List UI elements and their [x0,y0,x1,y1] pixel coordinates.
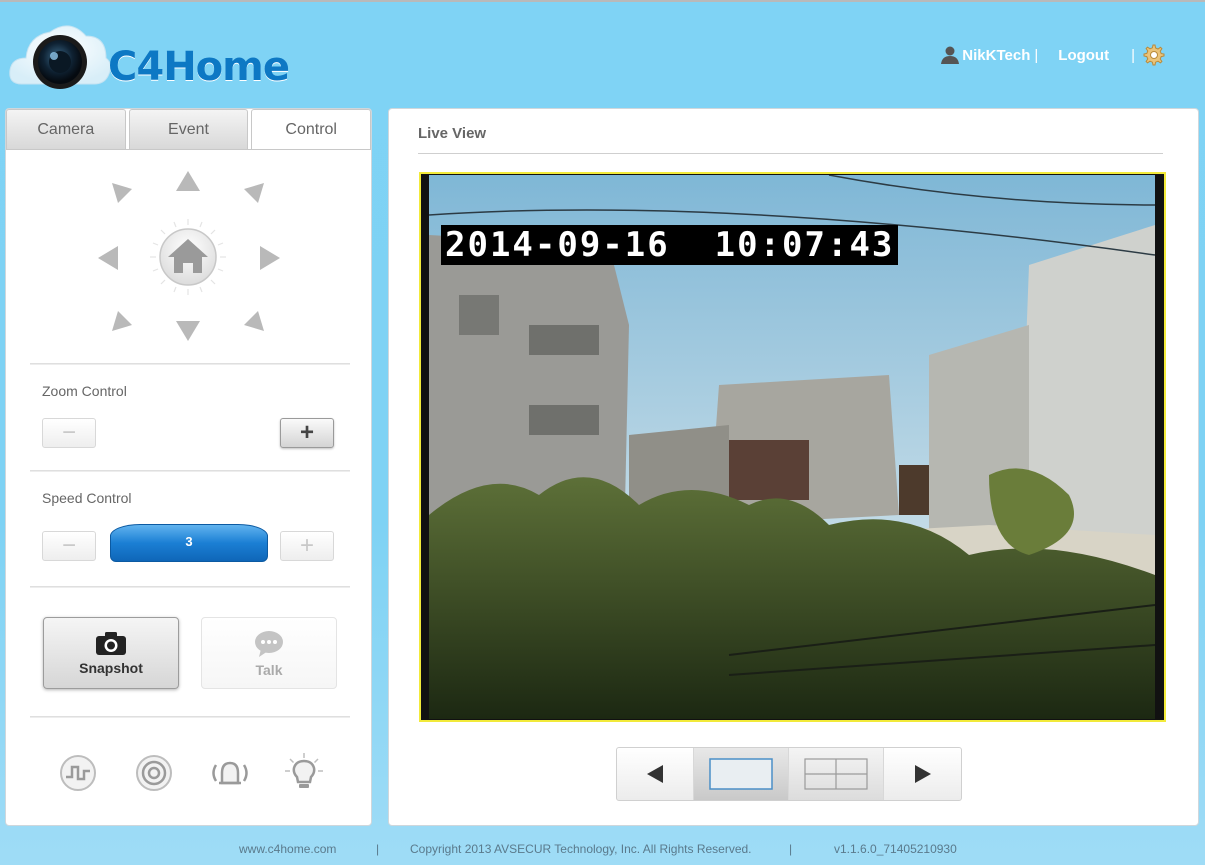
prev-camera-button[interactable] [617,748,694,800]
next-camera-button[interactable] [884,748,961,800]
next-triangle-icon [914,765,931,783]
light-bulb-icon[interactable] [284,753,324,793]
camera-feed[interactable]: 2014-09-16 10:07:43 [429,175,1155,719]
camera-icon [96,632,126,655]
talk-button[interactable]: Talk [201,617,337,689]
prev-triangle-icon [646,765,663,783]
section-divider [30,716,350,718]
single-view-icon [709,758,773,790]
footer-site-link[interactable]: www.c4home.com [239,842,336,856]
speed-down-button[interactable]: − [42,531,96,561]
speech-bubble-icon [255,631,283,657]
separator: | [1131,46,1135,64]
timestamp-overlay: 2014-09-16 10:07:43 [441,225,899,265]
zoom-control-label: Zoom Control [42,383,127,399]
arrow-right-icon[interactable] [258,244,282,272]
arrow-left-icon[interactable] [96,244,120,272]
footer-separator: | [789,842,793,856]
quad-view-icon [804,758,868,790]
footer-version: v1.1.6.0_71405210930 [834,842,957,856]
speed-level-bar[interactable]: 3 [110,524,268,562]
ptz-pad [88,167,288,347]
logo[interactable]: C4Home [8,14,290,94]
title-underline [418,153,1163,154]
section-divider [30,586,350,588]
speed-up-button[interactable]: + [280,531,334,561]
arrow-down-right-icon[interactable] [240,307,268,335]
tab-event[interactable]: Event [128,109,249,149]
alarm-bell-icon[interactable] [208,753,252,793]
live-view-title: Live View [418,125,487,142]
top-border [0,0,1205,2]
section-divider [30,363,350,365]
snapshot-button[interactable]: Snapshot [43,617,179,689]
separator: | [1034,46,1039,64]
zoom-out-button[interactable]: − [42,418,96,448]
panel-tabs: Camera Event Control [6,109,372,149]
home-icon[interactable] [150,219,226,295]
user-bar: NikKTech | Logout | [940,44,1165,66]
logo-text: C4Home [108,44,290,90]
camera-cloud-icon [9,25,112,89]
gear-icon[interactable] [1143,44,1165,66]
quad-view-button[interactable] [789,748,885,800]
video-frame[interactable]: 2014-09-16 10:07:43 [419,172,1166,722]
talk-label: Talk [255,662,283,678]
arrow-up-left-icon[interactable] [108,179,136,207]
io-pulse-icon[interactable] [58,753,98,793]
arrow-down-icon[interactable] [174,319,202,343]
tab-divider [6,149,371,150]
zoom-in-button[interactable]: + [280,418,334,448]
single-view-button[interactable] [693,748,790,800]
snapshot-label: Snapshot [79,660,143,676]
tab-control[interactable]: Control [251,109,372,149]
feature-icons [58,753,328,793]
section-divider [30,470,350,472]
user-icon [941,46,960,64]
target-icon[interactable] [134,753,174,793]
view-controls [616,747,962,801]
arrow-up-right-icon[interactable] [240,179,268,207]
arrow-up-icon[interactable] [174,169,202,193]
username[interactable]: NikKTech [962,47,1030,64]
arrow-down-left-icon[interactable] [108,307,136,335]
speed-control-label: Speed Control [42,490,132,506]
logout-link[interactable]: Logout [1058,47,1109,64]
tab-camera[interactable]: Camera [6,109,126,149]
footer-copyright: Copyright 2013 AVSECUR Technology, Inc. … [410,842,752,856]
control-panel: Camera Event Control Zoom Control − + Sp… [5,108,372,826]
live-view-panel: Live View 2014-09-16 10:07:43 [388,108,1199,826]
footer-separator: | [376,842,380,856]
